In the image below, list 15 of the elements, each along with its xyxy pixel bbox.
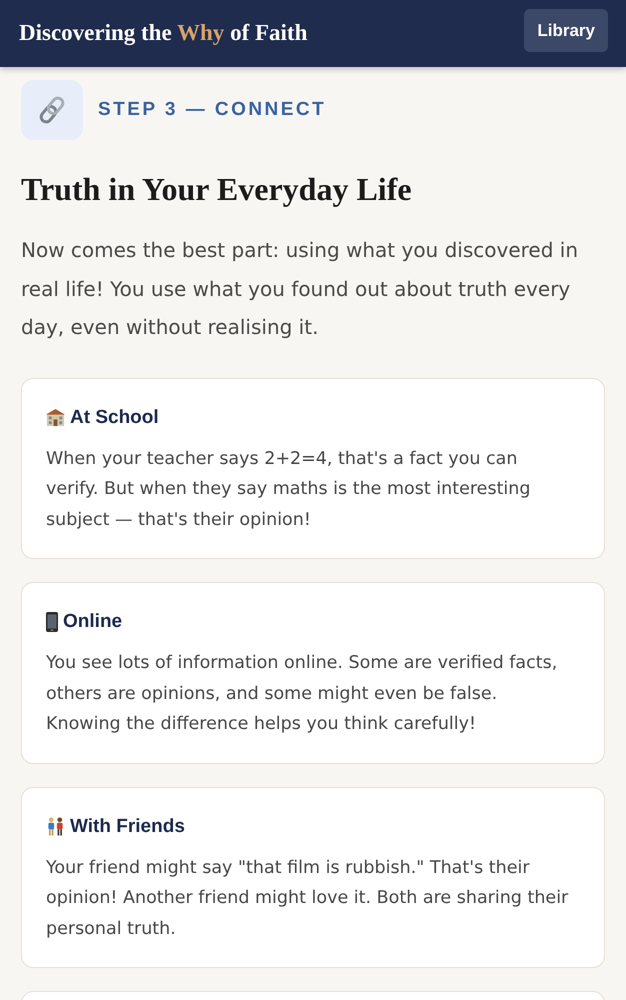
school-icon [46,408,65,427]
card-title: Online [63,610,122,634]
chain-icon [21,80,83,140]
library-button[interactable]: Library [524,9,608,52]
page-heading: Truth in Your Everyday Life [21,170,413,208]
step-label: STEP 3 — CONNECT [98,98,326,122]
card-title: At School [70,406,159,430]
phone-icon [46,612,58,632]
card-text: When your teacher says 2+2=4, that's a fact you can verify. But when they say maths is the most interesting subject — that's their opinion! [46,448,532,532]
two-people-icon [46,817,65,836]
card-title: With Friends [70,814,185,838]
intro-paragraph: Now comes the best part: using what you discovered in real life! You use what you found out about truth every day, even without realising it. [21,237,580,341]
card-text: You see lots of information online. Some are verified facts, others are opinions, and some might even be false. Knowing the difference helps you think carefully! [46,652,558,736]
site-title: Discovering the Why of Faith [19,19,308,48]
card-text: Your friend might say "that film is rubbish." That's their opinion! Another friend might love it. Both are sharing their personal truth. [46,856,570,940]
